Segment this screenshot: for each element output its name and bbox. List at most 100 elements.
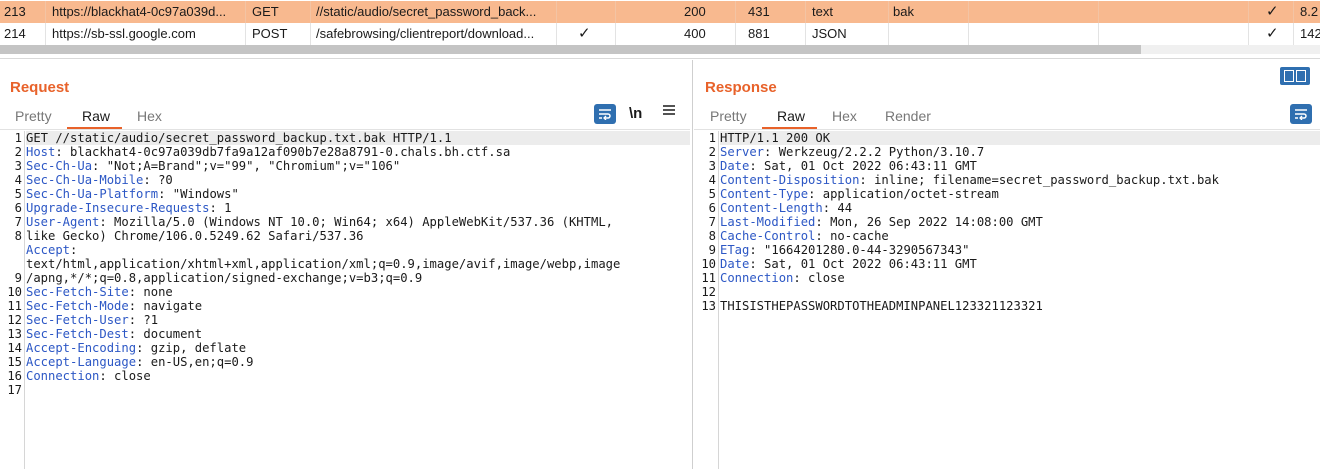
line-number: 9 (14, 271, 22, 285)
response-editor[interactable]: 1 2 3 4 5 6 7 8 9 10 11 12 13 HTTP/1.1 200 OK Server:… (698, 131, 1320, 469)
code-line[interactable]: GET //static/audio/secret_password_backu… (26, 131, 690, 145)
line-number: 17 (7, 383, 22, 397)
code-line[interactable]: Sec-Ch-Ua-Platform: "Windows" (26, 187, 690, 201)
header-value: : ?0 (143, 173, 173, 187)
code-line[interactable]: Sec-Fetch-Mode: navigate (26, 299, 690, 313)
code-line[interactable]: /apng,*/*;q=0.8,application/signed-excha… (26, 271, 690, 285)
header-name: Connection (26, 369, 100, 383)
header-name: Cache-Control (720, 229, 816, 243)
header-value: : "1664201280.0-44-3290567343" (749, 243, 970, 257)
header-name: Sec-Ch-Ua-Mobile (26, 173, 144, 187)
request-tab-hex[interactable]: Hex (137, 108, 162, 124)
code-line[interactable]: Server: Werkzeug/2.2.2 Python/3.10.7 (720, 145, 1320, 159)
line-number: 4 (708, 173, 716, 187)
header-name: ETag (720, 243, 750, 257)
request-raw-text[interactable]: GET //static/audio/secret_password_backu… (26, 131, 690, 411)
code-line[interactable]: Accept: (26, 243, 690, 257)
header-name: Accept (26, 243, 71, 257)
code-line[interactable]: Content-Type: application/octet-stream (720, 187, 1320, 201)
response-tab-raw[interactable]: Raw (777, 108, 805, 124)
line-number: 4 (14, 173, 22, 187)
header-name: Sec-Fetch-User (26, 313, 129, 327)
cell-params: ✓ (578, 25, 591, 42)
layout-toggle-icon[interactable] (1280, 67, 1310, 85)
header-name: Date (720, 257, 750, 271)
response-tab-hex[interactable]: Hex (832, 108, 857, 124)
response-tab-divider (694, 129, 1320, 130)
line-number: 10 (7, 285, 22, 299)
cell-url: //static/audio/secret_password_back... (316, 4, 537, 19)
cell-status: 400 (684, 26, 706, 41)
code-line[interactable]: Host: blackhat4-0c97a039db7fa9a12af090b7… (26, 145, 690, 159)
header-value: : Sat, 01 Oct 2022 06:43:11 GMT (749, 257, 977, 271)
line-number: 14 (7, 341, 22, 355)
cell-status: 200 (684, 4, 706, 19)
code-line[interactable]: text/html,application/xhtml+xml,applicat… (26, 257, 690, 271)
response-raw-text[interactable]: HTTP/1.1 200 OK Server: Werkzeug/2.2.2 Py… (720, 131, 1320, 313)
code-line[interactable]: Sec-Ch-Ua-Mobile: ?0 (26, 173, 690, 187)
code-line[interactable]: THISISTHEPASSWORDTOTHEADMINPANEL12332112… (720, 299, 1320, 313)
horizontal-scrollbar-thumb[interactable] (0, 45, 1141, 54)
history-row-213[interactable]: 213 https://blackhat4-0c97a039d... GET /… (0, 1, 1320, 23)
code-line[interactable]: Accept-Encoding: gzip, deflate (26, 341, 690, 355)
header-name: Sec-Ch-Ua-Platform (26, 187, 159, 201)
code-line[interactable] (26, 397, 690, 411)
cell-ip: 142 (1300, 26, 1320, 41)
code-line[interactable]: Sec-Fetch-Dest: document (26, 327, 690, 341)
response-title: Response (705, 79, 777, 96)
line-number: 9 (708, 243, 716, 257)
header-value: THISISTHEPASSWORDTOTHEADMINPANEL12332112… (720, 299, 1043, 313)
code-line[interactable]: User-Agent: Mozilla/5.0 (Windows NT 10.0… (26, 215, 690, 229)
code-line[interactable]: Connection: close (720, 271, 1320, 285)
line-number: 13 (701, 299, 716, 313)
code-line[interactable]: Last-Modified: Mon, 26 Sep 2022 14:08:00… (720, 215, 1320, 229)
request-tab-pretty[interactable]: Pretty (15, 108, 52, 124)
code-line[interactable]: HTTP/1.1 200 OK (720, 131, 1320, 145)
header-value: : en-US,en;q=0.9 (136, 355, 254, 369)
line-number: 12 (701, 285, 716, 299)
request-editor[interactable]: 1 2 3 4 5 6 7 8 9 10 11 12 13 14 15 16 17 GET //static/a… (4, 131, 690, 469)
header-name: Last-Modified (720, 215, 816, 229)
code-line[interactable] (26, 383, 690, 397)
code-line[interactable]: Date: Sat, 01 Oct 2022 06:43:11 GMT (720, 257, 1320, 271)
code-line[interactable]: Connection: close (26, 369, 690, 383)
header-name: Content-Type (720, 187, 809, 201)
code-line[interactable] (720, 285, 1320, 299)
code-line[interactable]: Sec-Fetch-User: ?1 (26, 313, 690, 327)
line-number: 1 (14, 131, 22, 145)
request-response-splitter[interactable] (692, 60, 693, 469)
code-line[interactable]: Sec-Fetch-Site: none (26, 285, 690, 299)
cell-tls: ✓ (1266, 25, 1279, 42)
code-line[interactable]: Cache-Control: no-cache (720, 229, 1320, 243)
menu-icon[interactable] (662, 103, 676, 121)
code-line[interactable]: Content-Length: 44 (720, 201, 1320, 215)
line-number: 11 (7, 299, 22, 313)
panel-divider[interactable] (0, 58, 1320, 59)
request-title: Request (10, 79, 70, 96)
word-wrap-icon[interactable] (1290, 104, 1312, 124)
newline-toggle-icon[interactable]: \n (629, 105, 642, 122)
word-wrap-icon[interactable] (594, 104, 616, 124)
response-tab-pretty[interactable]: Pretty (710, 108, 747, 124)
code-line[interactable]: Content-Disposition: inline; filename=se… (720, 173, 1320, 187)
request-tab-raw[interactable]: Raw (82, 108, 110, 124)
line-number: 10 (701, 257, 716, 271)
response-line-numbers: 1 2 3 4 5 6 7 8 9 10 11 12 13 (698, 131, 719, 469)
cell-host: https://blackhat4-0c97a039d... (52, 4, 227, 19)
line-number: 13 (7, 327, 22, 341)
code-line[interactable]: Sec-Ch-Ua: "Not;A=Brand";v="99", "Chromi… (26, 159, 690, 173)
code-line[interactable]: ETag: "1664201280.0-44-3290567343" (720, 243, 1320, 257)
cell-extension: bak (893, 4, 914, 19)
code-line[interactable]: Accept-Language: en-US,en;q=0.9 (26, 355, 690, 369)
cell-length: 881 (748, 26, 770, 41)
code-line[interactable]: Date: Sat, 01 Oct 2022 06:43:11 GMT (720, 159, 1320, 173)
request-tab-divider (0, 129, 690, 130)
code-line[interactable]: like Gecko) Chrome/106.0.5249.62 Safari/… (26, 229, 690, 243)
header-value: : Mon, 26 Sep 2022 14:08:00 GMT (815, 215, 1043, 229)
response-tab-render[interactable]: Render (885, 108, 931, 124)
header-value: : 44 (822, 201, 853, 215)
history-row-214[interactable]: 214 https://sb-ssl.google.com POST /safe… (0, 23, 1320, 45)
header-name: Accept-Language (26, 355, 137, 369)
line-number: 8 (708, 229, 716, 243)
code-line[interactable]: Upgrade-Insecure-Requests: 1 (26, 201, 690, 215)
